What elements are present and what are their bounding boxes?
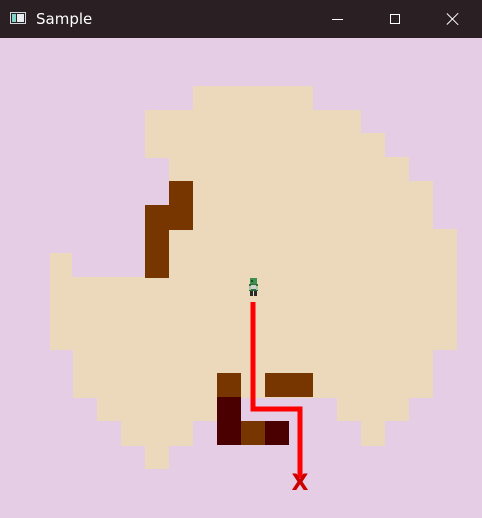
close-icon: [446, 12, 460, 26]
floor-tile: [193, 181, 433, 206]
floor-tile: [193, 86, 313, 111]
wall-tile: [169, 181, 193, 230]
floor-tile: [50, 253, 72, 278]
window-title: Sample: [36, 10, 93, 28]
floor-tile: [145, 445, 169, 469]
wall-tile: [265, 373, 313, 397]
game-canvas[interactable]: X: [0, 38, 482, 518]
floor-tile: [121, 420, 193, 446]
wall-tile: [145, 205, 169, 278]
floor-tile: [169, 157, 409, 182]
floor-tile: [169, 253, 457, 278]
target-x-icon[interactable]: X: [292, 471, 309, 496]
app-window-icon: [10, 12, 26, 24]
floor-tile: [97, 397, 217, 421]
floor-tile: [169, 229, 457, 254]
window-titlebar: Sample: [0, 0, 482, 38]
maximize-icon: [390, 14, 400, 24]
floor-tile: [145, 110, 361, 134]
wall-tile: [241, 421, 265, 445]
minimize-button[interactable]: [308, 0, 366, 38]
dark-wall-tile: [265, 421, 289, 445]
dark-wall-tile: [217, 397, 241, 445]
floor-tile: [361, 420, 385, 446]
wall-tile: [217, 373, 241, 397]
game-map[interactable]: X: [0, 38, 482, 518]
minimize-icon: [331, 18, 343, 20]
maximize-button[interactable]: [366, 0, 424, 38]
floor-tile: [145, 133, 385, 158]
floor-tile: [337, 397, 409, 421]
close-button[interactable]: [424, 0, 482, 38]
floor-tile: [193, 205, 433, 230]
